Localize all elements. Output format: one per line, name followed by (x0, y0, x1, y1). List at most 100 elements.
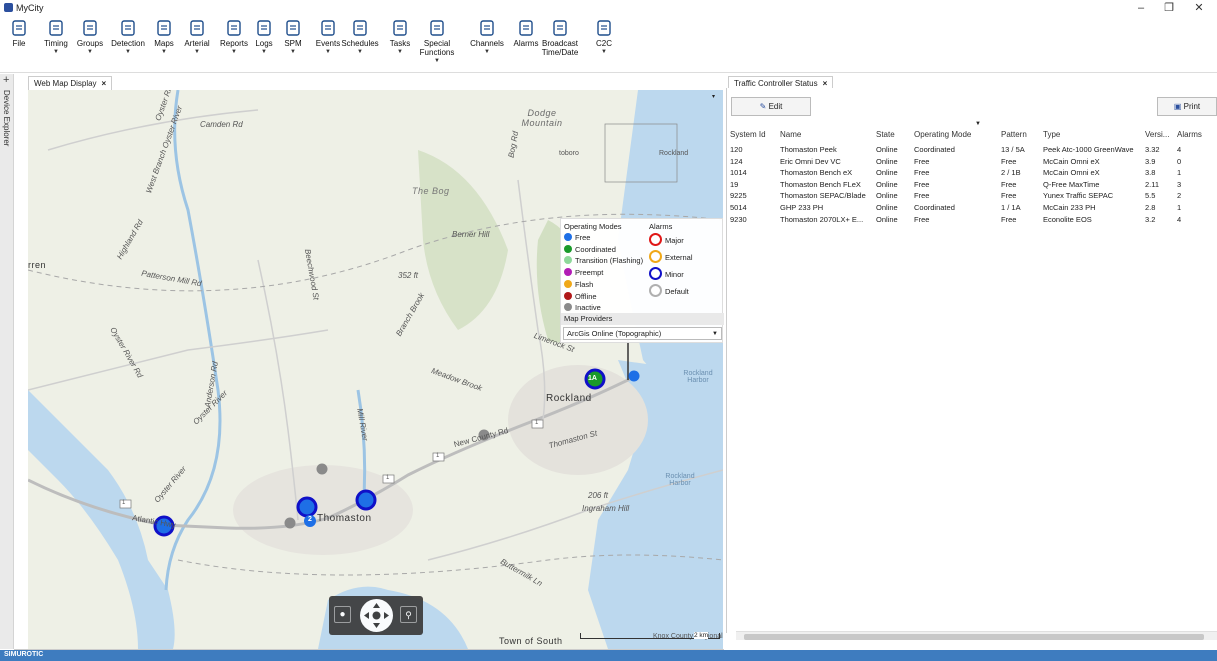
column-header[interactable]: Name (780, 130, 874, 139)
table-cell: Free (914, 156, 930, 166)
table-row[interactable]: 1014 Thomaston Bench eX Online Free 2 / 1B Mc… (727, 167, 1217, 178)
table-cell: Online (876, 203, 898, 212)
legend-alarm-label: Major (665, 236, 684, 245)
column-header[interactable]: Operating Mode (914, 130, 1000, 139)
table-cell: 3.32 (1145, 145, 1160, 154)
alarm-ring-icon (649, 250, 662, 263)
toolbar-broadcast-time-date-button[interactable]: Broadcast Time/Date (538, 18, 582, 57)
edit-button[interactable]: ✎ Edit (731, 97, 811, 116)
table-row[interactable]: 9225 Thomaston SEPAC/Blade Online Free Free Y… (727, 190, 1217, 201)
column-header[interactable]: State (876, 130, 912, 139)
table-cell: 2 / 1B (1001, 168, 1021, 178)
table-cell: Online (876, 156, 898, 166)
column-header[interactable]: System Id (730, 130, 778, 139)
chevron-down-icon[interactable]: ▼ (582, 49, 626, 55)
traffic-controller-status-panel: ✎ Edit ▣ Print ▼ System Id Name State Opera… (726, 88, 1217, 633)
map-providers-header: Map Providers (561, 313, 724, 325)
schedules-icon (353, 20, 367, 36)
column-header[interactable]: Pattern (1001, 130, 1041, 139)
table-cell: Thomaston 2070LX+ E... (780, 214, 864, 224)
eye-icon[interactable]: ● (334, 606, 351, 623)
controller-marker[interactable] (628, 370, 640, 382)
table-cell: Free (914, 168, 930, 178)
zoom-search-icon[interactable]: ⚲ (400, 606, 417, 623)
table-cell: 3.8 (1145, 168, 1156, 178)
expand-plus-icon[interactable]: + (3, 74, 9, 86)
map-navigation-control[interactable]: ● ⚲ (329, 596, 423, 635)
legend-mode-label: Free (575, 233, 591, 242)
table-cell: Thomaston Peek (780, 145, 837, 154)
title-bar: MyCity – ❐ ✕ (0, 0, 1217, 16)
chevron-down-icon[interactable]: ▼ (712, 328, 718, 340)
table-cell: Yunex Traffic SEPAC (1043, 191, 1114, 201)
print-button[interactable]: ▣ Print (1157, 97, 1217, 116)
edit-icon: ✎ (759, 102, 767, 111)
sort-caret-icon[interactable]: ▼ (975, 121, 981, 127)
tasks-icon (393, 20, 407, 36)
map-provider-value: ArcGis Online (Topographic) (567, 329, 662, 338)
toolbar-channels-button[interactable]: Channels ▼ (465, 18, 509, 55)
horizontal-scrollbar[interactable] (736, 631, 1217, 640)
tab-close-icon[interactable]: × (823, 79, 828, 88)
table-cell: 19 (730, 179, 739, 189)
device-explorer-label[interactable]: Device Explorer (2, 90, 11, 146)
column-header[interactable]: Versi... (1145, 130, 1175, 139)
table-cell: 3 (1177, 179, 1182, 189)
legend-mode-label: Offline (575, 291, 597, 301)
table-cell: 3.2 (1145, 214, 1156, 224)
table-row[interactable]: 5014 GHP 233 PH Online Coordinated 1 / 1A McC… (727, 202, 1217, 213)
legend-mode-label: Transition (Flashing) (575, 256, 644, 266)
column-header[interactable]: Alarms (1177, 130, 1207, 139)
device-explorer-panel[interactable]: + Device Explorer (0, 74, 14, 649)
table-cell: 1 (1177, 168, 1182, 178)
chevron-down-icon[interactable]: ▼ (465, 49, 509, 55)
table-row[interactable]: 120 Thomaston Peek Online Coordinated 13 / 5… (727, 144, 1217, 155)
chevron-down-icon[interactable]: ▼ (415, 58, 459, 64)
table-row[interactable]: 9230 Thomaston 2070LX+ E... Online Free Free… (727, 214, 1217, 225)
controller-marker[interactable] (355, 489, 377, 511)
controller-marker-inactive[interactable] (316, 463, 328, 475)
restore-button[interactable]: ❐ (1156, 1, 1182, 15)
legend-mode-item: Transition (Flashing) (564, 256, 643, 265)
map-menu-caret-icon[interactable]: ▾ (712, 93, 715, 100)
special-functions-icon (430, 20, 444, 36)
table-cell: 2.8 (1145, 203, 1156, 212)
toolbar-c2c-button[interactable]: C2C ▼ (582, 18, 626, 55)
table-cell: Online (876, 145, 898, 154)
map-label: rren (28, 260, 47, 270)
controller-marker[interactable] (296, 496, 318, 518)
toolbar-button-label: Schedules (341, 39, 379, 48)
tab-web-map-display[interactable]: Web Map Display × (28, 76, 113, 90)
map-label: Camden Rd (200, 120, 243, 129)
pan-control[interactable] (360, 599, 393, 632)
controller-marker-inactive[interactable] (284, 517, 296, 529)
legend-alarm-item: External (649, 250, 693, 263)
map-provider-select[interactable]: ArcGis Online (Topographic) ▼ (563, 327, 722, 340)
toolbar-schedules-button[interactable]: Schedules ▼ (338, 18, 382, 55)
printer-icon: ▣ (1173, 102, 1182, 111)
map-label: Rockland Harbor (665, 473, 695, 487)
map-legend: Operating Modes Alarms Free Coordinated Tr… (560, 218, 724, 343)
legend-mode-item: Coordinated (564, 244, 616, 254)
toolbar-special-functions-button[interactable]: Special Functions ▼ (415, 18, 459, 64)
table-row[interactable]: 124 Eric Omni Dev VC Online Free Free McCain … (727, 156, 1217, 167)
close-button[interactable]: ✕ (1186, 1, 1212, 15)
table-cell: 5014 (730, 203, 747, 212)
scrollbar-thumb[interactable] (744, 634, 1204, 640)
web-map[interactable]: Camden Rd West Branch Oyster River Oyste… (28, 90, 723, 649)
table-cell: McCain Omni eX (1043, 168, 1100, 178)
alarm-ring-icon (649, 233, 662, 246)
table-cell: Thomaston Bench eX (780, 168, 853, 178)
events-icon (321, 20, 335, 36)
table-row[interactable]: 19 Thomaston Bench FLeX Online Free Free Q-Fr… (727, 179, 1217, 190)
alarm-ring-icon (649, 267, 662, 280)
broadcast-icon (553, 20, 567, 36)
tab-close-icon[interactable]: × (102, 79, 107, 88)
minimize-button[interactable]: – (1128, 1, 1154, 15)
operating-modes-header: Operating Modes (564, 222, 622, 231)
map-label: Rockland (659, 150, 689, 157)
status-dot-icon (564, 233, 572, 241)
chevron-down-icon[interactable]: ▼ (338, 49, 382, 55)
table-cell: 13 / 5A (1001, 145, 1025, 154)
column-header[interactable]: Type (1043, 130, 1143, 139)
